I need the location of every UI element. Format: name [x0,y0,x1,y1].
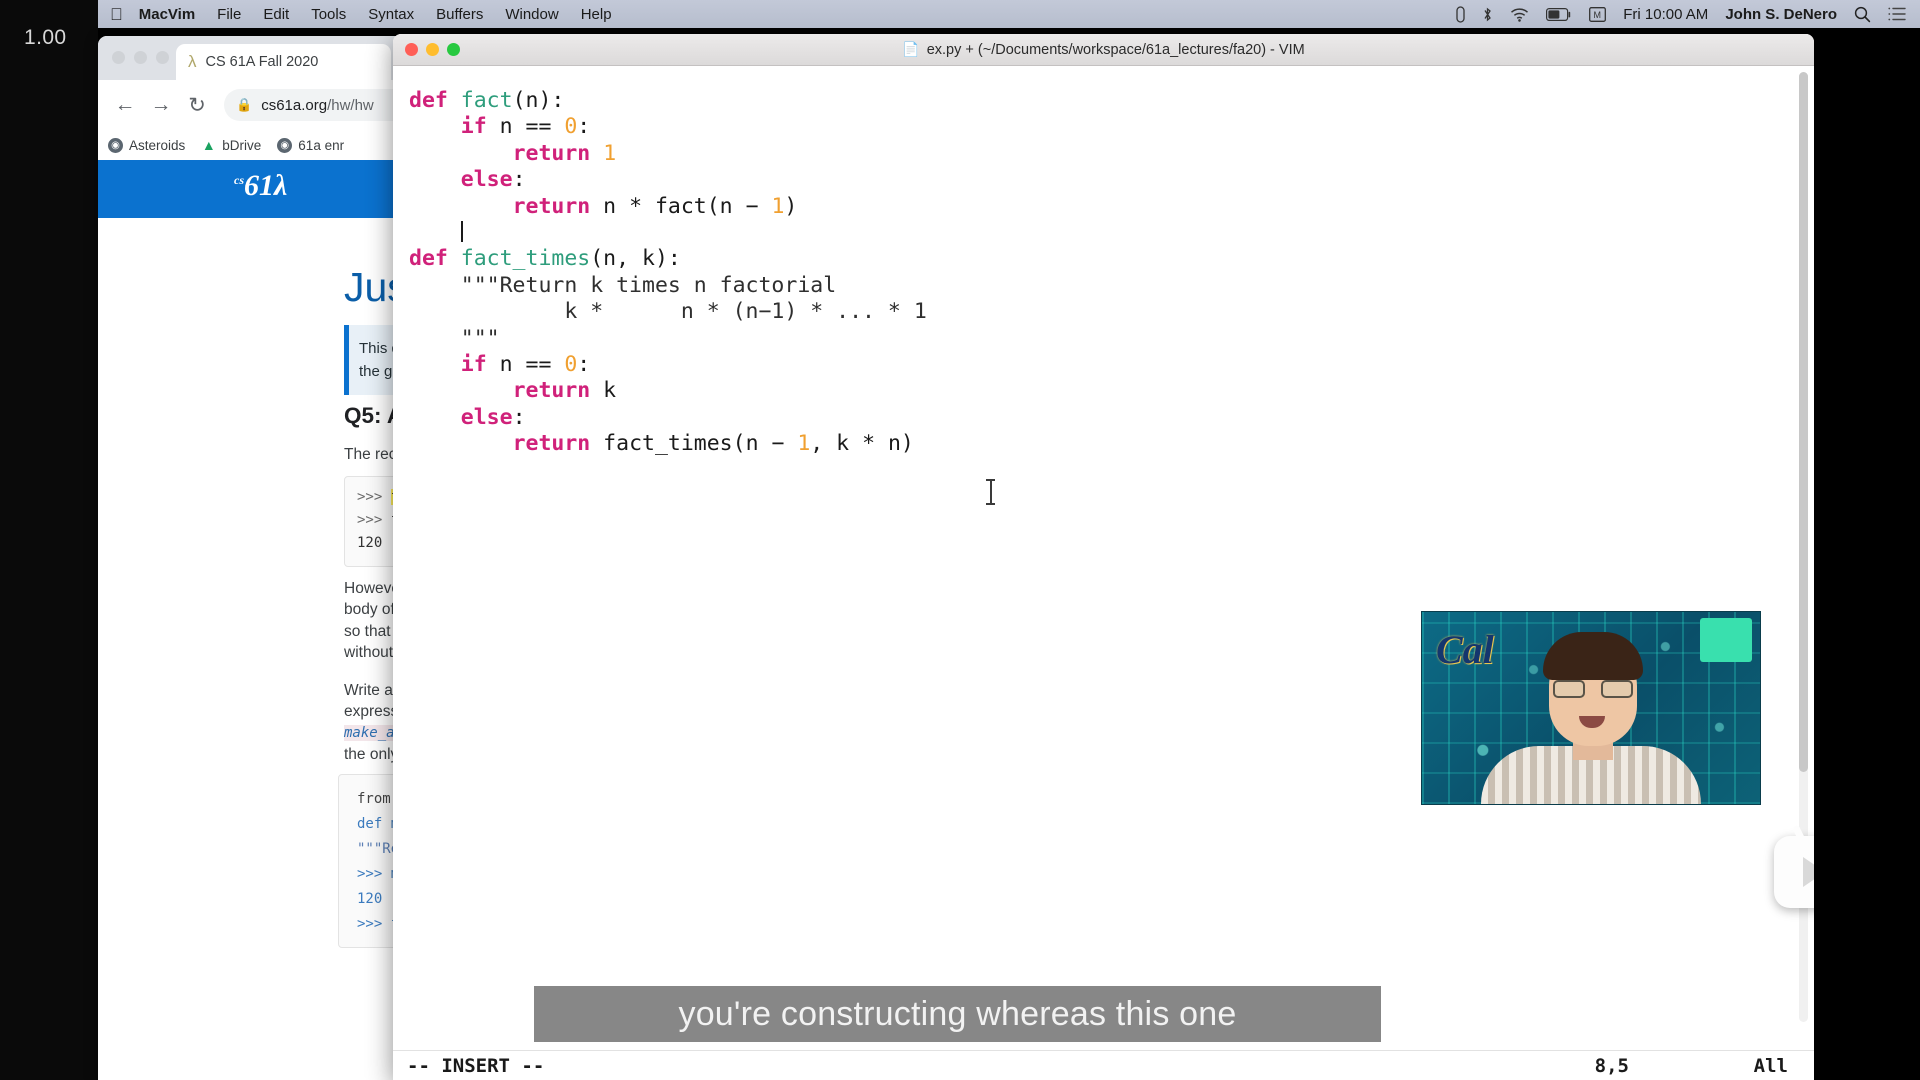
document-icon: 📄 [902,41,920,57]
caption-text: you're constructing whereas this one [678,994,1237,1033]
browser-tab[interactable]: λ CS 61A Fall 2020 [176,44,391,80]
page-content: Just fo This quest the global Q5: Anon T… [98,218,428,1080]
menu-item-edit[interactable]: Edit [263,6,289,23]
menu-item-macvim[interactable]: MacVim [139,6,195,23]
menu-item-tools[interactable]: Tools [311,6,346,23]
menu-bar-user[interactable]: John S. DeNero [1725,6,1837,23]
macvim-traffic-lights[interactable] [405,43,460,56]
scrollbar-thumb[interactable] [1799,72,1808,772]
code-line: k * n * (n−1) * ... * 1 [409,299,927,325]
code-line: return n * fact(n − 1) [512,193,798,219]
menu-item-file[interactable]: File [217,6,241,23]
menu-item-window[interactable]: Window [505,6,558,23]
browser-maximize-button[interactable] [156,51,169,64]
vim-scroll-indicator: All [1753,1054,1788,1077]
browser-minimize-button[interactable] [134,51,147,64]
bookmark-asteroids[interactable]: ◉ Asteroids [108,137,186,153]
close-button[interactable] [405,43,418,56]
bookmarks-bar: ◉ Asteroids ▲ bDrive ◉ 61a enr [98,130,428,160]
code-line: if n == 0: [460,114,591,140]
input-source-icon[interactable]: M [1589,6,1607,22]
browser-tab-title: CS 61A Fall 2020 [205,54,319,70]
code-line: def fact(n): [409,88,565,113]
maximize-button[interactable] [447,43,460,56]
right-letterbox [1814,0,1920,1080]
vim-caret [460,220,463,242]
back-arrow-icon[interactable]: ← [110,90,140,120]
browser-tab-bar: λ CS 61A Fall 2020 [98,36,428,80]
address-bar[interactable]: 🔒 cs61a.org/hw/hw [224,89,420,121]
cs61a-logo-text: 61λ [244,169,288,202]
code-editor-lines[interactable]: def fact(n): if n == 0: return 1 else: r… [393,88,1814,457]
apple-icon[interactable]:  [110,6,123,23]
menu-item-help[interactable]: Help [581,6,612,23]
code-line: """ [409,325,500,351]
macvim-title-text: ex.py + (~/Documents/workspace/61a_lectu… [926,41,1305,58]
code-line: return 1 [512,140,617,166]
svg-text:M: M [1594,10,1602,20]
code-line: else: [460,167,526,193]
globe-icon: ◉ [108,137,123,153]
code-line: def fact_times(n, k): [409,246,681,272]
zoom-level-label: 1.00 [24,26,67,49]
usb-icon[interactable] [1456,5,1465,23]
bookmark-label: bDrive [222,137,262,153]
code-line: return fact_times(n − 1, k * n) [512,431,914,457]
background-artifact [1700,618,1752,662]
cs61a-logo-sup: cs [234,173,244,187]
text-cursor-ibeam [986,479,995,505]
macos-menu-bar[interactable]:  MacVim File Edit Tools Syntax Buffers … [98,0,1920,28]
bookmark-61a-enr[interactable]: ◉ 61a enr [277,137,345,153]
vim-mode-indicator: -- INSERT -- [407,1054,545,1077]
battery-icon[interactable] [1546,7,1572,21]
code-line: else: [460,404,526,430]
screen-root: 1.00 λ CS 61A Fall 2020 ← → ↻ 🔒 cs61a.or… [0,0,1920,1080]
menu-item-syntax[interactable]: Syntax [368,6,414,23]
menu-bar-tray: M Fri 10:00 AM John S. DeNero [1456,6,1906,23]
drive-icon: ▲ [201,137,216,153]
macvim-title-bar[interactable]: 📄 ex.py + (~/Documents/workspace/61a_lec… [393,34,1814,66]
site-header-banner: cs61λ [98,160,428,218]
browser-close-button[interactable] [112,51,125,64]
menu-bar-clock[interactable]: Fri 10:00 AM [1623,6,1708,23]
vim-status-bar: -- INSERT -- 8,5 All [393,1050,1814,1080]
macvim-window[interactable]: 📄 ex.py + (~/Documents/workspace/61a_lec… [393,34,1814,1080]
macvim-title-text-wrap: 📄 ex.py + (~/Documents/workspace/61a_lec… [902,41,1304,58]
search-icon[interactable] [1854,6,1871,23]
code-line: if n == 0: [460,351,591,377]
vim-cursor-position: 8,5 [1594,1054,1629,1077]
left-letterbox: 1.00 [0,0,98,1080]
cal-logo: Cal [1436,627,1494,672]
forward-arrow-icon[interactable]: → [146,90,176,120]
bluetooth-icon[interactable] [1482,6,1493,23]
code-line [393,220,1814,246]
presenter-hair [1543,632,1643,680]
bookmark-label: 61a enr [298,137,345,153]
cs61a-logo[interactable]: cs61λ [234,169,287,203]
address-bar-url: cs61a.org/hw/hw [261,96,374,114]
wifi-icon[interactable] [1510,7,1529,22]
code-line: return k [512,378,617,404]
menu-item-buffers[interactable]: Buffers [436,6,483,23]
chrome-browser-window[interactable]: λ CS 61A Fall 2020 ← → ↻ 🔒 cs61a.org/hw/… [98,36,428,1080]
presenter-figure [1481,632,1701,804]
globe-icon: ◉ [277,137,293,153]
bookmark-label: Asteroids [129,137,186,153]
webcam-video[interactable]: Cal [1421,611,1761,805]
bookmark-bdrive[interactable]: ▲ bDrive [201,137,262,153]
browser-traffic-lights[interactable] [112,51,169,64]
lock-icon: 🔒 [236,97,253,112]
lambda-icon: λ [188,52,197,71]
code-line: """Return k times n factorial [409,272,837,298]
browser-toolbar: ← → ↻ 🔒 cs61a.org/hw/hw [98,80,428,130]
reload-icon[interactable]: ↻ [182,90,212,120]
minimize-button[interactable] [426,43,439,56]
glasses-icon [1553,680,1633,698]
caption-overlay: you're constructing whereas this one [534,986,1381,1042]
macvim-editor-area[interactable]: def fact(n): if n == 0: return 1 else: r… [393,66,1814,1050]
control-center-icon[interactable] [1888,7,1906,21]
